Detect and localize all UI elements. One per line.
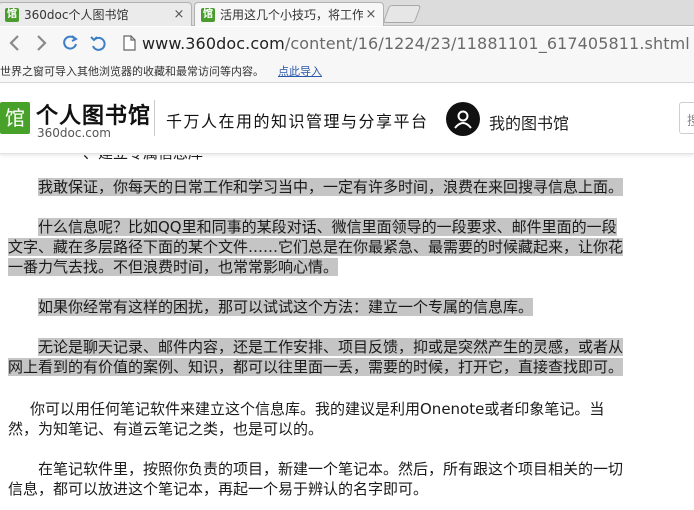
- back-button[interactable]: [0, 29, 28, 57]
- url-path: /content/16/1224/23/11881101_617405811.s…: [284, 33, 690, 53]
- paragraph: 在笔记软件里，按照你负责的项目，新建一个笔记本。然后，所有跟这个项目相关的一切信…: [4, 459, 668, 499]
- refresh-icon: [63, 35, 78, 50]
- user-avatar-icon[interactable]: [446, 102, 480, 136]
- paragraph-line: 什么信息呢？比如QQ里和同事的某段对话、微信里面领导的一段要求、邮件里面的一段: [38, 218, 617, 236]
- tab-article[interactable]: 馆 活用这几个小技巧，将工作 ×: [194, 2, 384, 26]
- paragraph-line: 无论是聊天记录、邮件内容，还是工作安排、项目反馈，抑或是突然产生的灵感，或者从: [38, 338, 624, 356]
- section-heading-cutoff: 一、建立专属信息库: [68, 155, 203, 163]
- paragraph-line: 网上看到的有价值的案例、知识，都可以往里面一丢，需要的时候，打开它，直接查找即可…: [8, 358, 624, 376]
- import-link[interactable]: 点此导入: [278, 63, 322, 79]
- paragraph: 什么信息呢？比如QQ里和同事的某段对话、微信里面领导的一段要求、邮件里面的一段文…: [4, 217, 668, 277]
- 360doc-favicon: 馆: [201, 7, 215, 22]
- paragraph-line: 文字、藏在多层路径下面的某个文件……它们总是在你最紧急、最需要的时候藏起来，让你…: [8, 238, 624, 256]
- tab-360doc-home[interactable]: 馆 360doc个人图书馆 ×: [0, 2, 192, 26]
- paragraph-line: 信息，都可以放进这个笔记本，再起一个易于辨认的名字即可。: [8, 480, 429, 498]
- close-icon[interactable]: ×: [363, 7, 379, 22]
- page-icon: [120, 34, 138, 52]
- paragraph: 我敢保证，你每天的日常工作和学习当中，一定有许多时间，浪费在来回搜寻信息上面。: [4, 177, 668, 197]
- forward-button[interactable]: [28, 29, 56, 57]
- navigation-bar: www.360doc.com/content/16/1224/23/118811…: [0, 27, 694, 59]
- paragraph-line: 你可以用任何笔记软件来建立这个信息库。我的建议是利用Onenote或者印象笔记。…: [30, 400, 605, 418]
- paragraph: 如果你经常有这样的困扰，那可以试试这个方法：建立一个专属的信息库。: [4, 297, 668, 317]
- undo-icon: [90, 36, 106, 51]
- tab-title: 360doc个人图书馆: [24, 8, 129, 22]
- article-body: 一、建立专属信息库 我敢保证，你每天的日常工作和学习当中，一定有许多时间，浪费在…: [0, 155, 694, 510]
- 360doc-favicon: 馆: [5, 7, 19, 22]
- tab-strip: 馆 360doc个人图书馆 × 馆 活用这几个小技巧，将工作 ×: [0, 0, 694, 26]
- url-host: www.360doc.com: [142, 33, 285, 53]
- site-logo-icon[interactable]: 馆: [0, 102, 30, 134]
- chevron-right-icon: [37, 35, 47, 51]
- paragraph-line: 一番力气去找。不但浪费时间，也常常影响心情。: [8, 258, 339, 276]
- chevron-left-icon: [9, 35, 19, 51]
- my-library-link[interactable]: 我的图书馆: [489, 110, 569, 134]
- paragraph-line: 如果你经常有这样的困扰，那可以试试这个方法：建立一个专属的信息库。: [38, 298, 534, 316]
- search-input[interactable]: 搜: [679, 102, 694, 134]
- tab-title: 活用这几个小技巧，将工作: [220, 8, 363, 22]
- close-icon[interactable]: ×: [171, 7, 187, 22]
- import-notice-text: 世界之窗可导入其他浏览器的收藏和最常访问等内容。: [0, 64, 264, 78]
- address-bar[interactable]: www.360doc.com/content/16/1224/23/118811…: [142, 34, 690, 53]
- new-tab-button[interactable]: [382, 5, 422, 23]
- header-divider: [154, 100, 155, 136]
- paragraph: 无论是聊天记录、邮件内容，还是工作安排、项目反馈，抑或是突然产生的灵感，或者从网…: [4, 337, 668, 377]
- paragraph: 你可以用任何笔记软件来建立这个信息库。我的建议是利用Onenote或者印象笔记。…: [4, 399, 668, 439]
- import-notice-bar: 世界之窗可导入其他浏览器的收藏和最常访问等内容。 点此导入: [0, 59, 694, 83]
- paragraph-line: 然，为知笔记、有道云笔记之类，也是可以的。: [8, 420, 324, 438]
- site-slogan: 千万人在用的知识管理与分享平台: [166, 112, 429, 131]
- undo-close-button[interactable]: [84, 29, 112, 57]
- refresh-button[interactable]: [56, 29, 84, 57]
- site-domain: 360doc.com: [37, 126, 111, 140]
- paragraph-line: 我敢保证，你每天的日常工作和学习当中，一定有许多时间，浪费在来回搜寻信息上面。: [38, 178, 624, 196]
- site-header: 馆 个人图书馆 360doc.com 千万人在用的知识管理与分享平台 我的图书馆…: [0, 84, 694, 154]
- paragraph-line: 在笔记软件里，按照你负责的项目，新建一个笔记本。然后，所有跟这个项目相关的一切: [38, 460, 624, 478]
